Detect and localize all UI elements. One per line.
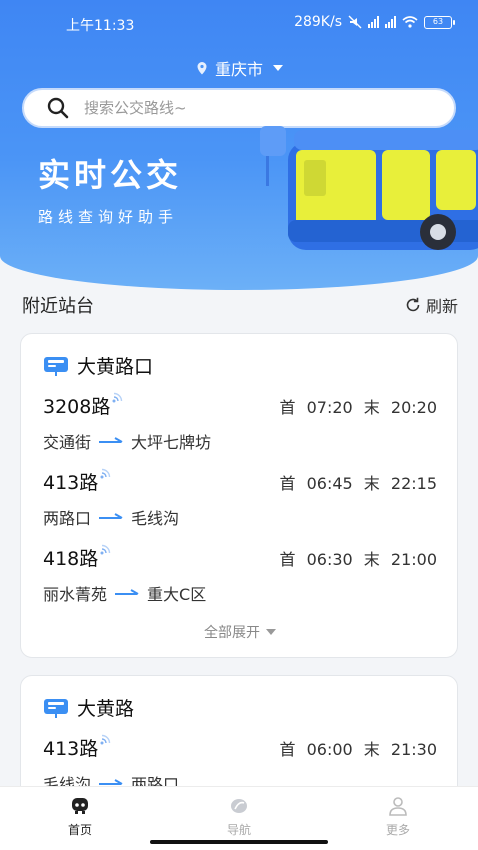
route-name: 418路 <box>43 548 99 570</box>
route-times: 首 06:00 末 21:30 <box>279 739 437 759</box>
arrow-right-icon <box>99 437 123 443</box>
nav-label: 首页 <box>67 823 92 837</box>
navigation-icon <box>231 799 247 813</box>
stop-name: 大黄路 <box>77 698 135 720</box>
first-bus-time: 06:45 <box>306 473 353 493</box>
route-from: 两路口 <box>43 509 92 528</box>
first-bus-time: 06:00 <box>306 739 353 759</box>
bus-illustration-icon <box>260 126 478 250</box>
realtime-signal-icon <box>100 734 111 745</box>
home-indicator[interactable] <box>150 840 328 844</box>
route-to: 重大C区 <box>147 585 207 604</box>
realtime-signal-icon <box>100 468 111 479</box>
realtime-signal-icon <box>100 544 111 555</box>
first-bus-time: 07:20 <box>306 397 353 417</box>
nav-item-navigation[interactable]: 导航 <box>199 795 279 838</box>
status-icons: 289K/s 63 <box>294 14 455 30</box>
slogan-subtitle: 路线查询好助手 <box>38 208 179 226</box>
search-icon <box>47 97 69 119</box>
header-banner: 上午11:33 289K/s 63 重庆市 实时公交 路线查询好助手 <box>0 0 478 290</box>
arrow-right-icon <box>99 513 123 519</box>
battery-icon: 63 <box>424 15 455 29</box>
route-from: 交通街 <box>43 433 92 452</box>
stop-name: 大黄路口 <box>77 356 154 378</box>
location-pin-icon <box>197 62 207 75</box>
signal-icon <box>368 16 379 28</box>
route-item[interactable]: 413路 首 06:45 末 22:15 两路口 毛线沟 <box>43 468 437 529</box>
nav-item-more[interactable]: 更多 <box>358 795 438 838</box>
route-to: 毛线沟 <box>131 509 180 528</box>
last-bus-time: 20:20 <box>390 397 437 417</box>
stop-header: 大黄路 <box>43 694 134 721</box>
slogan: 实时公交 <box>38 156 183 194</box>
city-name: 重庆市 <box>214 60 263 79</box>
route-name: 3208路 <box>43 396 111 418</box>
first-bus-time: 06:30 <box>306 549 353 569</box>
arrow-right-icon <box>115 589 139 595</box>
route-item[interactable]: 3208路 首 07:20 末 20:20 交通街 大坪七牌坊 <box>43 392 437 453</box>
refresh-button[interactable]: 刷新 <box>404 293 458 317</box>
refresh-label: 刷新 <box>425 297 458 316</box>
route-name: 413路 <box>43 472 99 494</box>
route-direction: 交通街 大坪七牌坊 <box>43 429 437 453</box>
bus-stop-sign-icon <box>44 698 68 718</box>
route-direction: 两路口 毛线沟 <box>43 505 437 529</box>
last-bus-time: 21:30 <box>390 739 437 759</box>
nav-item-home[interactable]: 首页 <box>40 795 120 838</box>
city-selector[interactable]: 重庆市 <box>0 56 478 80</box>
section-title: 附近站台 <box>22 296 94 317</box>
status-time: 上午11:33 <box>66 18 135 34</box>
last-bus-time: 22:15 <box>390 473 437 493</box>
expand-all-label: 全部展开 <box>204 625 260 641</box>
route-times: 首 06:30 末 21:00 <box>279 549 437 569</box>
wifi-icon <box>402 16 418 28</box>
chevron-down-icon <box>266 629 276 635</box>
route-times: 首 07:20 末 20:20 <box>279 397 437 417</box>
nearby-section-header: 附近站台 刷新 <box>22 292 458 318</box>
realtime-signal-icon <box>112 392 123 403</box>
signal-icon-2 <box>385 16 396 28</box>
nav-label: 更多 <box>385 823 410 837</box>
bus-stop-sign-icon <box>44 356 68 376</box>
stop-card[interactable]: 大黄路口 3208路 首 07:20 末 20:20 交通街 大坪七牌坊 413… <box>20 333 458 658</box>
route-from: 丽水菁苑 <box>43 585 108 604</box>
status-bar: 上午11:33 289K/s 63 <box>0 0 478 48</box>
home-bus-icon <box>72 798 88 814</box>
nav-label: 导航 <box>226 823 251 837</box>
stop-header: 大黄路口 <box>43 352 153 379</box>
route-item[interactable]: 418路 首 06:30 末 21:00 丽水菁苑 重大C区 <box>43 544 437 605</box>
last-bus-time: 21:00 <box>390 549 437 569</box>
refresh-icon <box>406 297 420 312</box>
net-speed: 289K/s <box>294 14 342 30</box>
route-direction: 丽水菁苑 重大C区 <box>43 581 437 605</box>
mute-icon <box>348 15 362 29</box>
route-to: 大坪七牌坊 <box>131 433 212 452</box>
search-input[interactable] <box>84 99 404 117</box>
expand-all-button[interactable]: 全部展开 <box>21 622 459 642</box>
user-icon <box>389 797 407 816</box>
route-name: 413路 <box>43 738 99 760</box>
chevron-down-icon <box>273 65 283 71</box>
route-times: 首 06:45 末 22:15 <box>279 473 437 493</box>
